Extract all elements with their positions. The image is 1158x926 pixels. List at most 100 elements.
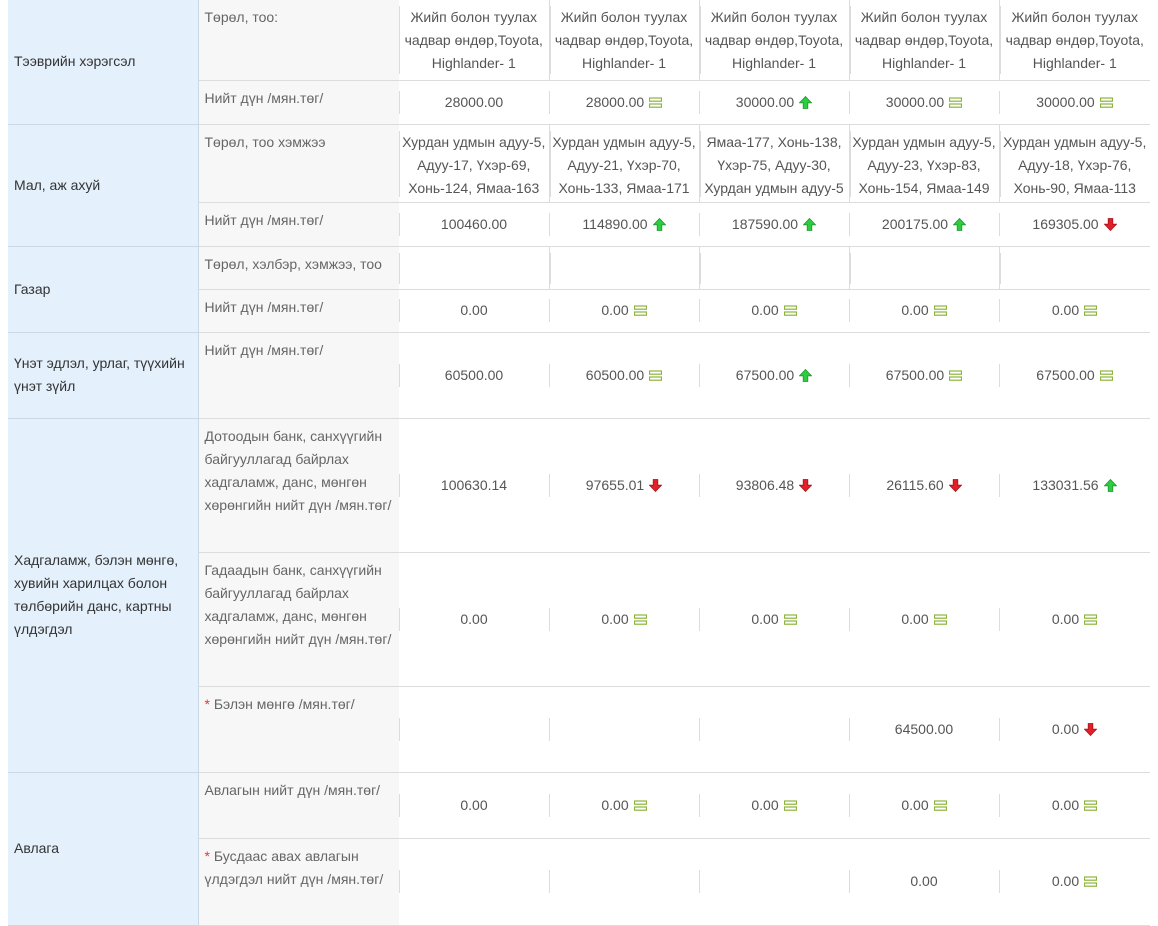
- field-label-text: Нийт дүн /мян.төг/: [204, 211, 324, 228]
- arrow-down-icon: [799, 478, 813, 492]
- category-label: Мал, аж ахуй: [14, 176, 101, 193]
- year-value-cell: 133031.56: [999, 418, 1150, 552]
- table-row: Газар Төрөл, хэлбэр, хэмжээ, тоо: [8, 246, 1150, 333]
- arrow-up-icon: [803, 217, 817, 231]
- amount-value: 0.00: [751, 610, 779, 627]
- year-value-cell: 0.00: [849, 838, 999, 925]
- field-label: Нийт дүн /мян.төг/: [198, 289, 399, 332]
- table-row: Тээврийн хэрэгсэл Төрөл, тоо: Жийп болон т…: [8, 0, 1150, 125]
- amount-value: 30000.00: [735, 93, 795, 110]
- year-value-cell: 0.00: [549, 552, 699, 686]
- year-value-cell: 200175.00: [849, 202, 999, 246]
- amount-value: 30000.00: [885, 93, 945, 110]
- equal-bars-icon: [783, 799, 797, 811]
- field-label: Нийт дүн /мян.төг/: [198, 332, 399, 418]
- year-value-cell: 0.00: [399, 289, 549, 332]
- year-value-cell: 0.00: [699, 772, 849, 838]
- equal-bars-icon: [633, 799, 647, 811]
- description-text: Жийп болон туулах чадвар өндөр,Toyota, H…: [404, 9, 543, 71]
- equal-bars-icon: [1084, 876, 1098, 887]
- description-text: Хурдан удмын адуу-5, Адуу-18, Үхэр-76, Х…: [1003, 133, 1147, 196]
- year-value-cell: 67500.00: [999, 332, 1150, 418]
- year-value-cell: [548, 246, 699, 289]
- year-value-cell: 0.00: [999, 552, 1150, 686]
- amount-value: 187590.00: [731, 215, 799, 232]
- table-row: Үнэт эдлэл, урлаг, түүхийн үнэт зүйл Нийт…: [8, 332, 1150, 419]
- arrow-up-icon: [1103, 478, 1117, 492]
- equal-bars-icon: [649, 369, 663, 381]
- year-value-cell: 0.00: [699, 289, 849, 332]
- year-value-cell: 0.00: [549, 772, 699, 838]
- category-cell: Үнэт эдлэл, урлаг, түүхийн үнэт зүйл: [8, 332, 199, 419]
- field-label: Төрөл, хэлбэр, хэмжээ, тоо: [198, 246, 399, 289]
- equal-bars-icon: [933, 799, 947, 811]
- year-value-cell: 0.00: [849, 289, 999, 332]
- year-value-cell: 30000.00: [999, 80, 1150, 124]
- year-value-cell: 30000.00: [849, 80, 999, 124]
- amount-value: 60500.00: [444, 366, 504, 383]
- category-label: Хадгаламж, бэлэн мөнгө, хувийн харилцах …: [14, 552, 179, 637]
- amount-value: 67500.00: [735, 366, 795, 383]
- year-value-cell: 0.00: [699, 552, 849, 686]
- field-label: Төрөл, тоо хэмжээ: [198, 124, 399, 202]
- year-value-cell: [399, 246, 549, 289]
- field-label-text: Төрөл, хэлбэр, хэмжээ, тоо: [204, 255, 382, 272]
- year-value-cell: 0.00: [999, 772, 1150, 838]
- amount-value: 97655.01: [585, 476, 645, 493]
- amount-value: 0.00: [601, 302, 629, 318]
- arrow-up-icon: [799, 95, 813, 109]
- equal-bars-icon: [949, 96, 963, 108]
- year-value-cell: [399, 838, 549, 925]
- equal-bars-icon: [633, 305, 647, 316]
- equal-bars-icon: [649, 96, 663, 108]
- amount-value: 114890.00: [582, 215, 648, 232]
- amount-value: 30000.00: [1036, 93, 1095, 110]
- year-value-cell: Жийп болон туулах чадвар өндөр,Toyota, H…: [548, 0, 699, 80]
- amount-value: 0.00: [901, 302, 929, 318]
- arrow-up-icon: [953, 217, 967, 231]
- amount-value: 0.00: [601, 610, 629, 627]
- year-value-cell: 0.00: [999, 838, 1150, 925]
- year-value-cell: 60500.00: [549, 332, 699, 418]
- required-asterisk: *: [204, 847, 214, 864]
- equal-bars-icon: [1084, 613, 1098, 625]
- amount-value: 0.00: [460, 302, 488, 318]
- year-value-cell: 0.00: [399, 552, 549, 686]
- category-cell: Хадгаламж, бэлэн мөнгө, хувийн харилцах …: [8, 418, 199, 773]
- equal-bars-icon: [933, 305, 947, 316]
- category-cell: Мал, аж ахуй: [8, 124, 199, 247]
- year-value-cell: 93806.48: [699, 418, 849, 552]
- table-row: Мал, аж ахуй Төрөл, тоо хэмжээ Хурдан удмы…: [8, 124, 1150, 247]
- amount-value: 0.00: [1051, 610, 1080, 627]
- amount-value: 0.00: [751, 796, 779, 813]
- year-value-cell: 0.00: [999, 289, 1150, 332]
- field-label: Төрөл, тоо:: [198, 0, 399, 80]
- field-label-text: Бусдаас авах авлагын үлдэгдэл нийт дүн /…: [204, 847, 384, 887]
- year-value-cell: Жийп болон туулах чадвар өндөр,Toyota, H…: [998, 0, 1150, 80]
- field-label-text: Нийт дүн /мян.төг/: [204, 341, 324, 358]
- amount-value: 100630.14: [440, 476, 508, 493]
- field-label: * Бусдаас авах авлагын үлдэгдэл нийт дүн…: [198, 838, 399, 925]
- table-row: Авлага Авлагын нийт дүн /мян.төг/0.00 0.00…: [8, 772, 1150, 926]
- year-value-cell: 30000.00: [699, 80, 849, 124]
- year-value-cell: 0.00: [399, 772, 549, 838]
- year-value-cell: 0.00: [849, 552, 999, 686]
- year-value-cell: 114890.00: [549, 202, 699, 246]
- arrow-up-icon: [799, 368, 813, 382]
- description-text: Жийп болон туулах чадвар өндөр,Toyota, H…: [704, 9, 844, 71]
- amount-value: 0.00: [910, 873, 938, 889]
- amount-value: 26115.60: [886, 476, 944, 493]
- amount-value: 0.00: [460, 796, 488, 813]
- field-label-text: Дотоодын банк, санхүүгийн байгууллагад б…: [204, 427, 392, 513]
- field-label: Нийт дүн /мян.төг/: [198, 202, 399, 246]
- equal-bars-icon: [783, 305, 797, 316]
- equal-bars-icon: [949, 369, 963, 381]
- category-label: Тээврийн хэрэгсэл: [14, 53, 136, 70]
- arrow-down-icon: [649, 478, 663, 492]
- year-value-cell: Жийп болон туулах чадвар өндөр,Toyota, H…: [698, 0, 849, 80]
- amount-value: 169305.00: [1032, 215, 1099, 232]
- year-value-cell: 60500.00: [399, 332, 549, 418]
- year-value-cell: [549, 686, 699, 772]
- amount-value: 0.00: [751, 302, 779, 318]
- year-value-cell: Жийп болон туулах чадвар өндөр,Toyota, H…: [848, 0, 999, 80]
